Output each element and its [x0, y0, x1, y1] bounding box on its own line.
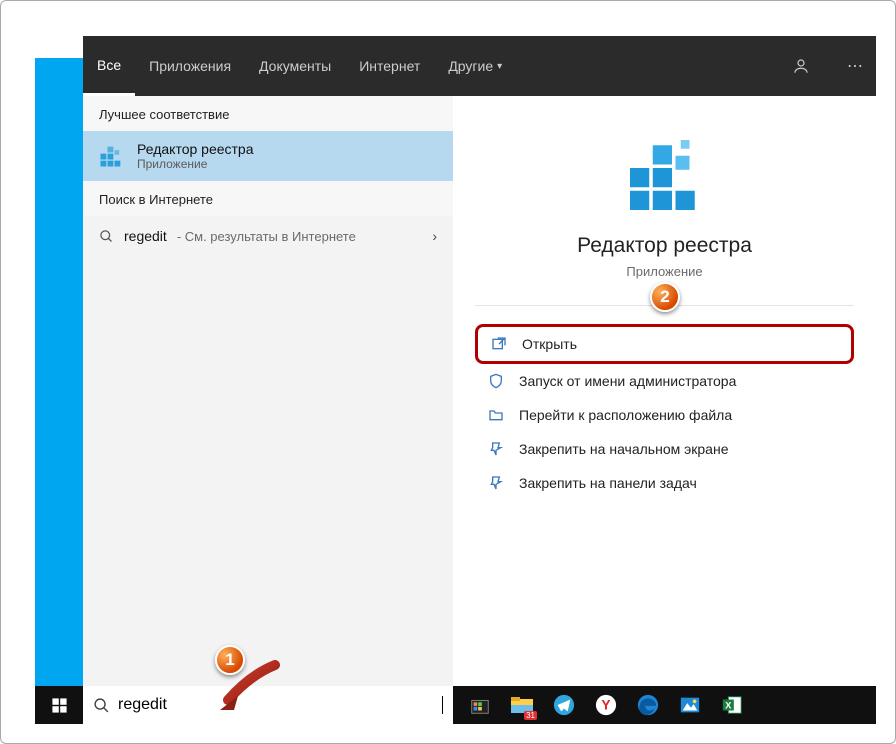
taskbar-yandex-icon[interactable]: Y — [585, 686, 627, 724]
tab-more[interactable]: Другие▾ — [434, 36, 516, 96]
open-icon — [490, 336, 508, 352]
search-header: Все Приложения Документы Интернет Другие… — [83, 36, 876, 96]
start-accent-bar — [35, 58, 83, 686]
tab-all[interactable]: Все — [83, 36, 135, 96]
taskbar-explorer-icon[interactable]: 31 — [501, 686, 543, 724]
action-run-admin[interactable]: Запуск от имени администратора — [475, 364, 854, 398]
text-cursor — [442, 696, 443, 714]
taskbar-store-icon[interactable] — [459, 686, 501, 724]
start-button[interactable] — [35, 686, 83, 724]
shield-icon — [487, 373, 505, 389]
action-label: Открыть — [522, 336, 577, 352]
web-heading: Поиск в Интернете — [83, 181, 453, 216]
more-icon[interactable]: ⋯ — [834, 56, 876, 76]
annotation-badge-2: 2 — [650, 282, 680, 312]
action-label: Запуск от имени администратора — [519, 373, 736, 389]
web-hint: - См. результаты в Интернете — [177, 229, 356, 244]
taskbar-excel-icon[interactable]: X — [711, 686, 753, 724]
account-icon[interactable] — [792, 57, 834, 75]
taskbar-telegram-icon[interactable] — [543, 686, 585, 724]
action-label: Закрепить на панели задач — [519, 475, 697, 491]
chevron-down-icon: ▾ — [497, 61, 502, 72]
action-label: Перейти к расположению файла — [519, 407, 732, 423]
tab-internet[interactable]: Интернет — [345, 36, 434, 96]
search-results-panel: Лучшее соответствие Редактор реестра При… — [83, 96, 453, 686]
pin-icon — [487, 441, 505, 457]
web-result[interactable]: regedit - См. результаты в Интернете › — [83, 216, 453, 256]
result-regedit[interactable]: Редактор реестра Приложение — [83, 131, 453, 181]
action-open[interactable]: Открыть — [475, 324, 854, 364]
action-open-location[interactable]: Перейти к расположению файла — [475, 398, 854, 432]
svg-text:X: X — [725, 701, 732, 711]
taskbar: 31 Y X — [35, 686, 876, 724]
chevron-right-icon: › — [432, 228, 437, 244]
detail-title: Редактор реестра — [475, 234, 854, 258]
best-match-heading: Лучшее соответствие — [83, 96, 453, 131]
badge-count: 31 — [524, 711, 537, 720]
taskbar-photos-icon[interactable] — [669, 686, 711, 724]
search-icon — [93, 697, 110, 714]
action-label: Закрепить на начальном экране — [519, 441, 729, 457]
svg-text:Y: Y — [601, 698, 610, 713]
web-query: regedit — [124, 228, 167, 244]
taskbar-edge-icon[interactable] — [627, 686, 669, 724]
taskbar-search-input[interactable] — [118, 696, 434, 714]
regedit-icon — [97, 142, 125, 170]
detail-subtitle: Приложение — [475, 264, 854, 279]
taskbar-search-box[interactable] — [83, 686, 453, 724]
regedit-large-icon — [620, 130, 710, 220]
action-pin-start[interactable]: Закрепить на начальном экране — [475, 432, 854, 466]
action-pin-taskbar[interactable]: Закрепить на панели задач — [475, 466, 854, 500]
annotation-badge-1: 1 — [215, 645, 245, 675]
folder-icon — [487, 407, 505, 423]
pin-icon — [487, 475, 505, 491]
detail-panel: Редактор реестра Приложение Открыть Запу… — [453, 96, 876, 686]
tab-documents[interactable]: Документы — [245, 36, 345, 96]
tab-apps[interactable]: Приложения — [135, 36, 245, 96]
search-icon — [99, 229, 114, 244]
result-subtitle: Приложение — [137, 157, 254, 171]
result-title: Редактор реестра — [137, 141, 254, 157]
